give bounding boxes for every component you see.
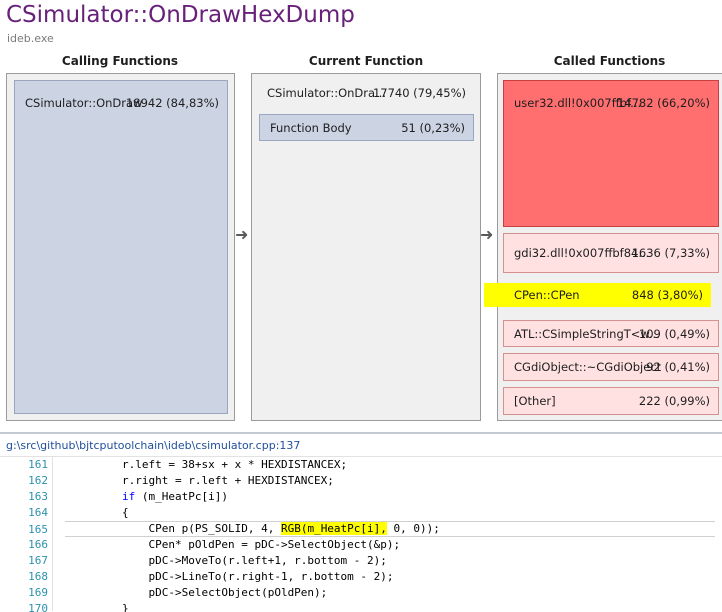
arrow-right-icon: ➜ — [235, 225, 249, 244]
line-number: 167 — [28, 554, 48, 567]
current-function-item[interactable]: CSimulator::OnDra... 17740 (79,45%) — [252, 74, 480, 112]
called-function-value: 92 (0,41%) — [646, 360, 710, 374]
code-text: r.left = 38+sx + x * HEXDISTANCEX; — [122, 458, 348, 471]
calling-functions-panel: CSimulator::OnDraw 18942 (84,83%) — [6, 73, 235, 421]
current-function-value: 17740 (79,45%) — [372, 86, 466, 100]
function-body-value: 51 (0,23%) — [401, 120, 465, 135]
code-line: 170 } — [0, 601, 722, 612]
code-line: 169 pDC->SelectObject(pOldPen); — [0, 585, 722, 601]
calling-functions-heading: Calling Functions — [61, 54, 179, 68]
source-file-path[interactable]: g:\src\github\bjtcputoolchain\ideb\csimu… — [6, 439, 300, 452]
code-text: pDC->LineTo(r.right-1, r.bottom - 2); — [122, 570, 394, 583]
called-functions-panel: user32.dll!0x007ffbf... 14782 (66,20%) g… — [484, 73, 722, 421]
page-title: CSimulator::OnDrawHexDump — [6, 2, 355, 28]
called-function-label: gdi32.dll!0x007ffbf84... — [514, 246, 650, 260]
called-function-label: ATL::CSimpleStringT<w... — [514, 326, 660, 341]
code-line: 167 pDC->MoveTo(r.left+1, r.bottom - 2); — [0, 553, 722, 569]
called-function-value: 1636 (7,33%) — [631, 246, 710, 260]
code-text: if (m_HeatPc[i]) — [122, 490, 228, 503]
called-function-value: 222 (0,99%) — [638, 394, 710, 408]
called-function-item[interactable]: [Other] 222 (0,99%) — [503, 387, 719, 415]
code-text: CPen p(PS_SOLID, 4, RGB(m_HeatPc[i], 0, … — [122, 522, 440, 535]
called-function-item[interactable]: user32.dll!0x007ffbf... 14782 (66,20%) — [503, 80, 719, 227]
code-text: r.right = r.left + HEXDISTANCEX; — [122, 474, 334, 487]
calling-function-label: CSimulator::OnDraw — [25, 96, 143, 110]
code-text: pDC->SelectObject(pOldPen); — [122, 586, 328, 599]
line-number: 169 — [28, 586, 48, 599]
called-function-item[interactable]: CGdiObject::~CGdiObject 92 (0,41%) — [503, 353, 719, 381]
called-function-item-selected[interactable]: CPen::CPen 848 (3,80%) — [484, 283, 711, 307]
code-line: 162 r.right = r.left + HEXDISTANCEX; — [0, 473, 722, 489]
source-code-viewer[interactable]: 161 r.left = 38+sx + x * HEXDISTANCEX; 1… — [0, 456, 722, 612]
current-code-line: 165 CPen p(PS_SOLID, 4, RGB(m_HeatPc[i],… — [28, 521, 715, 537]
line-number: 165 — [28, 523, 48, 536]
process-name: ideb.exe — [7, 32, 54, 45]
code-line: 164 { — [0, 505, 722, 521]
calling-function-item[interactable]: CSimulator::OnDraw 18942 (84,83%) — [14, 80, 228, 414]
line-number: 168 — [28, 570, 48, 583]
code-text: { — [122, 506, 129, 519]
code-text: CPen* pOldPen = pDC->SelectObject(&p); — [122, 538, 401, 551]
called-function-value: 109 (0,49%) — [638, 326, 710, 341]
function-body-item[interactable]: Function Body 51 (0,23%) — [259, 114, 474, 141]
line-number: 163 — [28, 490, 48, 503]
called-function-value: 848 (3,80%) — [631, 288, 703, 302]
line-number: 164 — [28, 506, 48, 519]
line-number: 162 — [28, 474, 48, 487]
line-number: 161 — [28, 458, 48, 471]
called-function-item[interactable]: ATL::CSimpleStringT<w... 109 (0,49%) — [503, 320, 719, 347]
code-line: 166 CPen* pOldPen = pDC->SelectObject(&p… — [0, 537, 722, 553]
arrow-right-icon: ➜ — [480, 225, 494, 244]
splitter[interactable] — [0, 432, 722, 434]
called-function-item[interactable]: gdi32.dll!0x007ffbf84... 1636 (7,33%) — [503, 233, 719, 273]
called-functions-heading: Called Functions — [553, 54, 666, 68]
code-line: 161 r.left = 38+sx + x * HEXDISTANCEX; — [0, 457, 722, 473]
calling-function-value: 18942 (84,83%) — [125, 96, 219, 110]
current-function-heading: Current Function — [308, 54, 424, 68]
called-function-value: 14782 (66,20%) — [616, 96, 710, 110]
called-function-label: CPen::CPen — [514, 288, 580, 302]
function-body-label: Function Body — [270, 120, 352, 135]
code-text: pDC->MoveTo(r.left+1, r.bottom - 2); — [122, 554, 387, 567]
called-function-label: CGdiObject::~CGdiObject — [514, 360, 662, 374]
current-function-label: CSimulator::OnDra... — [267, 86, 387, 100]
hotspot-highlight: RGB(m_HeatPc[i], — [280, 522, 387, 535]
current-function-panel: CSimulator::OnDra... 17740 (79,45%) Func… — [251, 73, 481, 421]
line-number: 166 — [28, 538, 48, 551]
called-function-label: [Other] — [514, 394, 556, 408]
code-line: 168 pDC->LineTo(r.right-1, r.bottom - 2)… — [0, 569, 722, 585]
code-line: 163 if (m_HeatPc[i]) — [0, 489, 722, 505]
